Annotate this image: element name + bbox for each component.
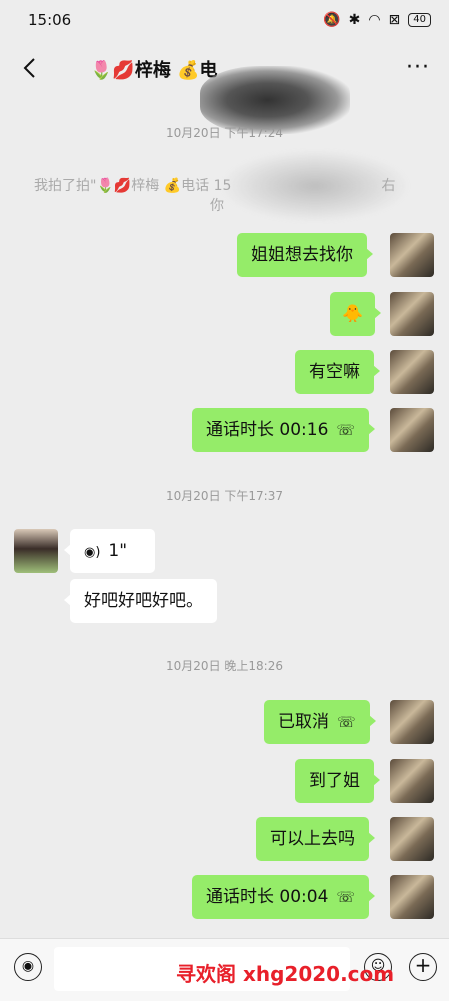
my-avatar[interactable] <box>390 408 434 452</box>
sim-off-icon: ⊠ <box>388 12 401 28</box>
my-avatar[interactable] <box>390 817 434 861</box>
phone-hangup-icon: ☏ <box>336 888 356 906</box>
my-avatar[interactable] <box>390 875 434 919</box>
call-record-bubble[interactable]: 通话时长 00:16 ☏ <box>192 408 376 452</box>
watermark: 寻欢阁 xhg2020.com <box>176 962 395 986</box>
call-record-bubble[interactable]: 已取消 ☏ <box>264 700 376 744</box>
voice-message-bubble[interactable]: ◉) 1" <box>64 529 155 573</box>
redaction-blur <box>220 150 410 222</box>
back-button[interactable] <box>14 50 44 86</box>
battery-icon: 40 <box>408 13 431 27</box>
wifi-icon: ◠ <box>368 12 381 28</box>
chat-title: 🌷💋梓梅 💰电 <box>90 60 218 81</box>
phone-hangup-icon: ☏ <box>336 421 356 439</box>
phone-hangup-icon: ☏ <box>337 713 356 731</box>
status-time: 15:06 <box>28 11 72 29</box>
my-avatar[interactable] <box>390 700 434 744</box>
message-bubble-in[interactable]: 好吧好吧好吧。 <box>64 579 217 623</box>
call-record-bubble[interactable]: 通话时长 00:04 ☏ <box>192 875 376 919</box>
sticker-bubble-out[interactable]: 🐥 <box>330 292 382 336</box>
message-bubble-out[interactable]: 姐姐想去找你 <box>237 233 373 277</box>
more-options-button[interactable]: ··· <box>400 52 436 84</box>
message-bubble-out[interactable]: 可以上去吗 <box>256 817 375 861</box>
my-avatar[interactable] <box>390 759 434 803</box>
my-avatar[interactable] <box>390 292 434 336</box>
call-duration-text: 通话时长 00:16 <box>206 420 329 440</box>
message-bubble-out[interactable]: 到了姐 <box>295 759 380 803</box>
chat-header: 🌷💋梓梅 💰电 ··· <box>0 40 449 134</box>
chevron-left-icon <box>23 58 35 78</box>
more-icon: ··· <box>406 55 430 80</box>
my-avatar[interactable] <box>390 350 434 394</box>
voice-wave-icon: ◉) <box>84 545 101 560</box>
timestamp: 10月20日 下午17:24 <box>166 126 283 140</box>
message-bubble-out[interactable]: 有空嘛 <box>295 350 380 394</box>
timestamp: 10月20日 晚上18:26 <box>166 659 283 673</box>
voice-duration: 1" <box>108 541 128 561</box>
timestamp: 10月20日 下午17:37 <box>166 489 283 503</box>
status-icons: 🔕 ✱ ◠ ⊠ 40 <box>323 12 431 28</box>
call-status-text: 已取消 <box>278 712 329 732</box>
bluetooth-icon: ✱ <box>348 12 361 28</box>
contact-avatar[interactable] <box>14 529 58 573</box>
voice-input-button[interactable]: ◉ <box>14 953 42 981</box>
call-duration-text: 通话时长 00:04 <box>206 887 329 907</box>
pat-text-line1: 我拍了拍"🌷💋梓梅 💰电话 15 <box>34 178 232 194</box>
mute-icon: 🔕 <box>323 12 341 28</box>
my-avatar[interactable] <box>390 233 434 277</box>
status-bar: 15:06 🔕 ✱ ◠ ⊠ 40 <box>0 0 449 40</box>
voice-icon: ◉ <box>21 958 35 974</box>
more-functions-button[interactable]: + <box>409 953 437 981</box>
plus-icon: + <box>414 953 432 977</box>
